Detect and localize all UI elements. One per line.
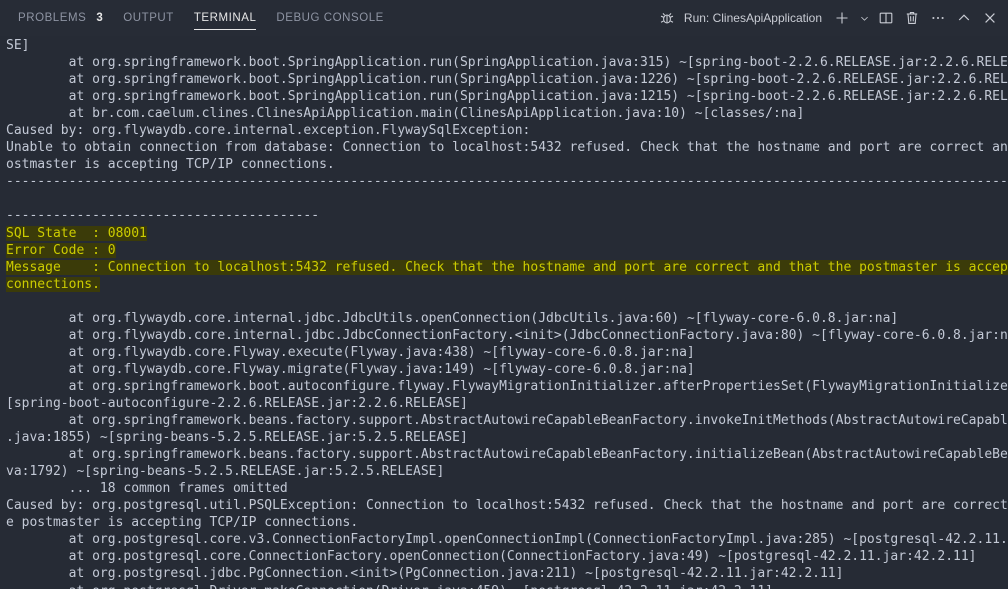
tab-terminal[interactable]: TERMINAL <box>184 0 267 36</box>
close-panel-icon[interactable] <box>978 6 1002 30</box>
chevron-down-icon[interactable] <box>856 6 872 30</box>
terminal-line: .java:1855) ~[spring-beans-5.2.5.RELEASE… <box>6 430 468 446</box>
terminal-line: ---------------------------------------- <box>6 208 320 224</box>
terminal-line: Unable to obtain connection from databas… <box>6 140 1008 156</box>
tab-problems-label: PROBLEMS <box>18 12 87 24</box>
tab-problems[interactable]: PROBLEMS 3 <box>8 0 113 36</box>
terminal-line: at org.springframework.boot.SpringApplic… <box>6 89 1008 105</box>
terminal-line-selected: SQL State : 08001 <box>6 225 1008 242</box>
terminal-line-selected: connections. <box>6 276 1008 293</box>
panel-header: PROBLEMS 3 OUTPUT TERMINAL DEBUG CONSOLE … <box>0 0 1008 36</box>
panel-tab-bar: PROBLEMS 3 OUTPUT TERMINAL DEBUG CONSOLE <box>0 0 394 36</box>
terminal-line: ostmaster is accepting TCP/IP connection… <box>6 157 335 173</box>
tab-terminal-label: TERMINAL <box>193 12 257 24</box>
terminal-panel[interactable]: SE] at org.springframework.boot.SpringAp… <box>0 36 1008 589</box>
terminal-line: at br.com.caelum.clines.ClinesApiApplica… <box>6 106 805 122</box>
tab-debug-console-label: DEBUG CONSOLE <box>276 12 384 24</box>
terminal-line: at org.springframework.boot.SpringApplic… <box>6 72 1008 88</box>
problems-count-badge: 3 <box>96 12 104 24</box>
terminal-line: Caused by: org.postgresql.util.PSQLExcep… <box>6 498 1008 514</box>
split-terminal-icon[interactable] <box>874 6 898 30</box>
tab-output-label: OUTPUT <box>123 12 174 24</box>
maximize-panel-icon[interactable] <box>952 6 976 30</box>
terminal-line: at org.springframework.beans.factory.sup… <box>6 413 1008 429</box>
selection-highlight: Message : Connection to localhost:5432 r… <box>6 259 1008 275</box>
terminal-line: at org.flywaydb.core.Flyway.migrate(Flyw… <box>6 361 695 377</box>
kill-terminal-icon[interactable] <box>900 6 924 30</box>
more-actions-icon[interactable] <box>926 6 950 30</box>
terminal-line: at org.flywaydb.core.internal.jdbc.JdbcU… <box>6 310 899 326</box>
terminal-line-selected: Error Code : 0 <box>6 242 1008 259</box>
panel-actions: Run: ClinesApiApplication <box>655 0 1002 36</box>
add-terminal-icon[interactable] <box>830 6 854 30</box>
terminal-scrollbar[interactable] <box>994 36 1008 589</box>
terminal-line: at org.postgresql.core.v3.ConnectionFact… <box>6 532 1008 548</box>
active-terminal-selector[interactable]: Run: ClinesApiApplication <box>655 6 822 30</box>
terminal-line: Caused by: org.flywaydb.core.internal.ex… <box>6 123 531 139</box>
selection-highlight: connections. <box>6 276 100 292</box>
terminal-line: ... 18 common frames omitted <box>6 481 288 497</box>
selection-highlight: SQL State : 08001 <box>6 225 147 241</box>
selection-highlight: Error Code : 0 <box>6 242 116 258</box>
terminal-line: va:1792) ~[spring-beans-5.2.5.RELEASE.ja… <box>6 464 445 480</box>
terminal-line: at org.flywaydb.core.internal.jdbc.JdbcC… <box>6 327 1008 343</box>
tab-output[interactable]: OUTPUT <box>113 0 184 36</box>
terminal-line: at org.flywaydb.core.Flyway.execute(Flyw… <box>6 344 695 360</box>
terminal-line: e postmaster is accepting TCP/IP connect… <box>6 515 359 531</box>
terminal-line: at org.postgresql.Driver.makeConnection(… <box>6 583 1008 589</box>
terminal-line: [spring-boot-autoconfigure-2.2.6.RELEASE… <box>6 395 468 411</box>
terminal-output[interactable]: SE] at org.springframework.boot.SpringAp… <box>0 36 1008 589</box>
terminal-line: at org.springframework.boot.autoconfigur… <box>6 378 1008 394</box>
terminal-line: at org.postgresql.core.ConnectionFactory… <box>6 549 977 565</box>
terminal-line: SE] <box>6 38 30 53</box>
debug-icon <box>655 6 679 30</box>
run-configuration-label: Run: ClinesApiApplication <box>683 11 822 25</box>
terminal-line: at org.springframework.beans.factory.sup… <box>6 447 1008 463</box>
terminal-line: ----------------------------------------… <box>6 174 1008 190</box>
terminal-line: at org.postgresql.jdbc.PgConnection.<ini… <box>6 566 844 582</box>
tab-debug-console[interactable]: DEBUG CONSOLE <box>266 0 393 36</box>
terminal-line-selected: Message : Connection to localhost:5432 r… <box>6 259 1008 276</box>
terminal-line: at org.springframework.boot.SpringApplic… <box>6 55 1008 71</box>
